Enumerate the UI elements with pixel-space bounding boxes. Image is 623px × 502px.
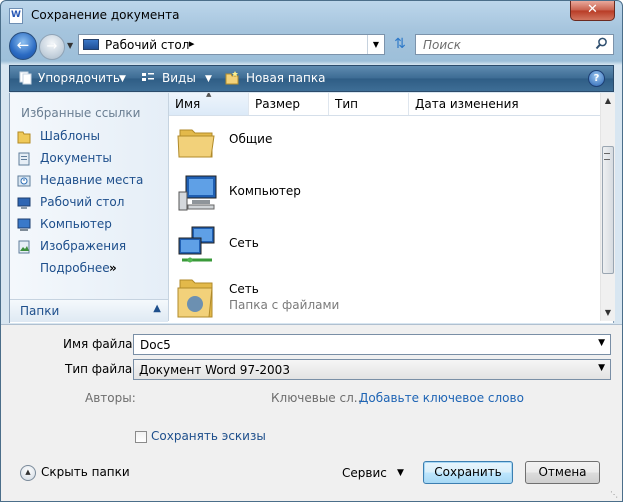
favorite-links-header: Избранные ссылки xyxy=(21,106,141,120)
scroll-grip-icon xyxy=(604,153,610,160)
file-name: Общие xyxy=(229,132,273,146)
column-header: ▲ Имя Размер Тип Дата изменения xyxy=(169,93,600,116)
nav-item-label[interactable]: Изображения xyxy=(40,239,126,253)
help-icon[interactable]: ? xyxy=(588,70,605,87)
hide-folders-button[interactable]: Скрыть папки xyxy=(41,465,130,479)
nav-item-label[interactable]: Документы xyxy=(40,151,112,165)
chevron-up-icon[interactable]: ▲ xyxy=(20,465,36,481)
computer-icon xyxy=(176,172,218,214)
file-list: ▲ Имя Размер Тип Дата изменения Общие Ко… xyxy=(169,93,600,321)
views-dropdown-icon[interactable]: ▼ xyxy=(205,74,212,84)
folder-icon xyxy=(17,130,31,144)
tools-button[interactable]: Сервис xyxy=(342,466,387,480)
address-dropdown-icon[interactable]: ▼ xyxy=(367,35,384,54)
computer-icon xyxy=(17,218,31,232)
views-button[interactable]: Виды xyxy=(162,71,196,85)
column-date-label: Дата изменения xyxy=(415,97,519,111)
filetype-select[interactable]: Документ Word 97-2003 ▼ xyxy=(133,359,611,380)
file-name: Компьютер xyxy=(229,184,301,198)
column-size-label: Размер xyxy=(255,97,301,111)
column-type[interactable]: Тип xyxy=(329,93,409,115)
title-bar: Сохранение документа ✕ xyxy=(1,1,622,31)
add-keyword-link[interactable]: Добавьте ключевое слово xyxy=(359,391,524,405)
filetype-label: Тип файла: xyxy=(65,362,137,376)
desktop-icon xyxy=(17,196,31,210)
nav-item-label[interactable]: Подробнее xyxy=(40,261,110,275)
file-subtitle: Папка с файлами xyxy=(229,298,340,312)
chevron-down-icon[interactable]: ▼ xyxy=(598,338,605,348)
file-row[interactable]: Общие xyxy=(169,116,600,166)
organize-button[interactable]: Упорядочить xyxy=(38,71,120,85)
pictures-icon xyxy=(17,240,31,254)
refresh-button[interactable]: ⇅ xyxy=(389,34,411,55)
organize-icon[interactable] xyxy=(19,71,33,85)
forward-button[interactable]: → xyxy=(39,34,65,60)
views-icon[interactable] xyxy=(141,71,155,85)
column-name[interactable]: ▲ Имя xyxy=(169,93,249,115)
nav-item-label[interactable]: Рабочий стол xyxy=(40,195,124,209)
chevron-up-icon[interactable]: ▲ xyxy=(153,303,161,314)
save-thumbnails-checkbox[interactable] xyxy=(135,431,147,443)
cancel-button[interactable]: Отмена xyxy=(525,461,600,484)
desktop-icon xyxy=(83,39,99,50)
file-row[interactable]: Компьютер xyxy=(169,168,600,218)
filename-label: Имя файла: xyxy=(63,337,137,351)
navigation-pane: Избранные ссылки Шаблоны Документы Недав… xyxy=(10,93,169,322)
column-date-modified[interactable]: Дата изменения xyxy=(409,93,600,115)
more-chevron-icon[interactable]: » xyxy=(109,261,117,275)
save-thumbnails-label[interactable]: Сохранять эскизы xyxy=(151,429,266,443)
address-separator[interactable]: ▸ xyxy=(189,37,195,50)
sort-ascending-icon: ▲ xyxy=(206,93,212,98)
save-form: Имя файла: Doc5 ▼ Тип файла: Документ Wo… xyxy=(1,324,622,501)
word-document-icon xyxy=(9,8,23,24)
column-size[interactable]: Размер xyxy=(249,93,329,115)
new-folder-icon[interactable] xyxy=(225,71,239,85)
tools-dropdown-icon[interactable]: ▼ xyxy=(397,468,404,478)
search-input[interactable]: Поиск xyxy=(415,34,614,55)
file-name: Сеть xyxy=(229,282,259,296)
address-bar[interactable]: Рабочий стол ▸ ▼ xyxy=(78,34,385,55)
nav-item-label[interactable]: Недавние места xyxy=(40,173,143,187)
command-toolbar: Упорядочить ▼ Виды ▼ Новая папка ? xyxy=(9,65,614,92)
folders-label[interactable]: Папки xyxy=(20,304,59,318)
search-icon[interactable] xyxy=(595,37,608,54)
authors-label: Авторы: xyxy=(85,391,136,405)
file-name: Сеть xyxy=(229,236,259,250)
column-name-label: Имя xyxy=(175,97,201,111)
file-row[interactable]: Сеть Папка с файлами xyxy=(169,272,600,321)
column-type-label: Тип xyxy=(335,97,358,111)
filename-value[interactable]: Doc5 xyxy=(140,338,171,352)
scroll-up-icon[interactable]: ▲ xyxy=(601,93,615,109)
network-icon xyxy=(176,224,218,266)
vertical-scrollbar[interactable]: ▲ ▼ xyxy=(600,93,615,321)
address-path[interactable]: Рабочий стол xyxy=(105,38,189,52)
window-title: Сохранение документа xyxy=(31,8,180,22)
nav-item-label[interactable]: Шаблоны xyxy=(40,129,100,143)
recent-places-icon xyxy=(17,174,31,188)
back-button[interactable]: ← xyxy=(9,32,37,60)
scroll-thumb[interactable] xyxy=(602,146,614,274)
network-folder-icon xyxy=(176,276,218,318)
close-button[interactable]: ✕ xyxy=(570,1,615,21)
search-placeholder: Поиск xyxy=(423,38,462,52)
organize-dropdown-icon[interactable]: ▼ xyxy=(119,74,126,84)
filename-input[interactable]: Doc5 ▼ xyxy=(133,334,611,355)
browser-panes: Избранные ссылки Шаблоны Документы Недав… xyxy=(9,93,615,323)
folder-icon xyxy=(176,120,218,162)
chevron-down-icon[interactable]: ▼ xyxy=(598,363,605,373)
resize-grip-icon[interactable]: ⋱ xyxy=(610,490,620,500)
keywords-label: Ключевые сл... xyxy=(271,391,366,405)
new-folder-button[interactable]: Новая папка xyxy=(246,71,325,85)
nav-item-label[interactable]: Компьютер xyxy=(40,217,112,231)
history-dropdown-icon[interactable]: ▼ xyxy=(67,41,73,50)
filetype-value[interactable]: Документ Word 97-2003 xyxy=(139,363,290,377)
file-row[interactable]: Сеть xyxy=(169,220,600,270)
save-dialog: Сохранение документа ✕ ← → ▼ Рабочий сто… xyxy=(0,0,623,502)
save-button[interactable]: Сохранить xyxy=(423,461,513,484)
scroll-down-icon[interactable]: ▼ xyxy=(601,305,615,321)
documents-icon xyxy=(17,152,31,166)
folders-toggle[interactable]: Папки ▲ xyxy=(10,299,168,322)
